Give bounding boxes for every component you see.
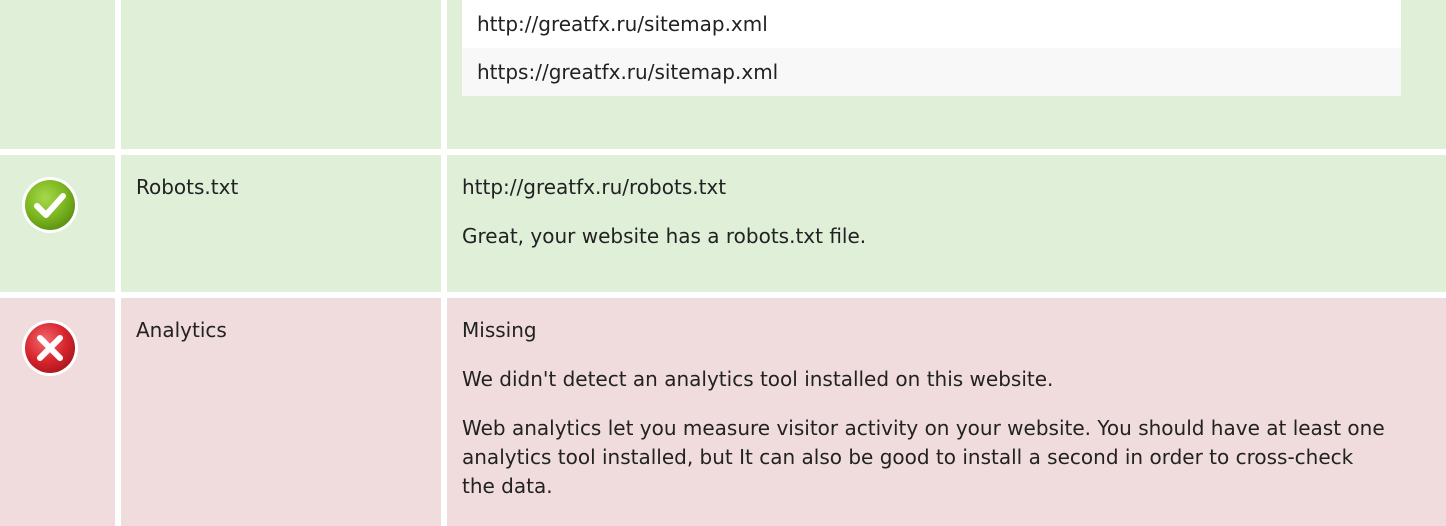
- sitemap-url: https://greatfx.ru/sitemap.xml: [462, 48, 1401, 96]
- robots-row: Robots.txt http://greatfx.ru/robots.txt …: [0, 155, 1446, 292]
- robots-icon-cell: [0, 155, 115, 292]
- analytics-advice: Web analytics let you measure visitor ac…: [462, 416, 1385, 498]
- analytics-message: We didn't detect an analytics tool insta…: [462, 367, 1054, 391]
- cross-icon: [20, 318, 80, 378]
- robots-label: Robots.txt: [121, 155, 441, 292]
- sitemap-url-list: http://greatfx.ru/sitemap.xml https://gr…: [447, 0, 1446, 149]
- robots-url: http://greatfx.ru/robots.txt: [462, 175, 727, 199]
- analytics-row: Analytics Missing We didn't detect an an…: [0, 298, 1446, 526]
- robots-message: Great, your website has a robots.txt fil…: [462, 224, 867, 248]
- sitemap-url: http://greatfx.ru/sitemap.xml: [462, 0, 1401, 48]
- sitemap-icon-cell: [0, 0, 115, 149]
- analytics-label: Analytics: [121, 298, 441, 526]
- check-icon: [20, 175, 80, 235]
- analytics-details: Missing We didn't detect an analytics to…: [447, 298, 1446, 526]
- sitemap-label-cell: [121, 0, 441, 149]
- sitemap-row: http://greatfx.ru/sitemap.xml https://gr…: [0, 0, 1446, 149]
- analytics-icon-cell: [0, 298, 115, 526]
- robots-details: http://greatfx.ru/robots.txt Great, your…: [447, 155, 1446, 292]
- analytics-status: Missing: [462, 318, 537, 342]
